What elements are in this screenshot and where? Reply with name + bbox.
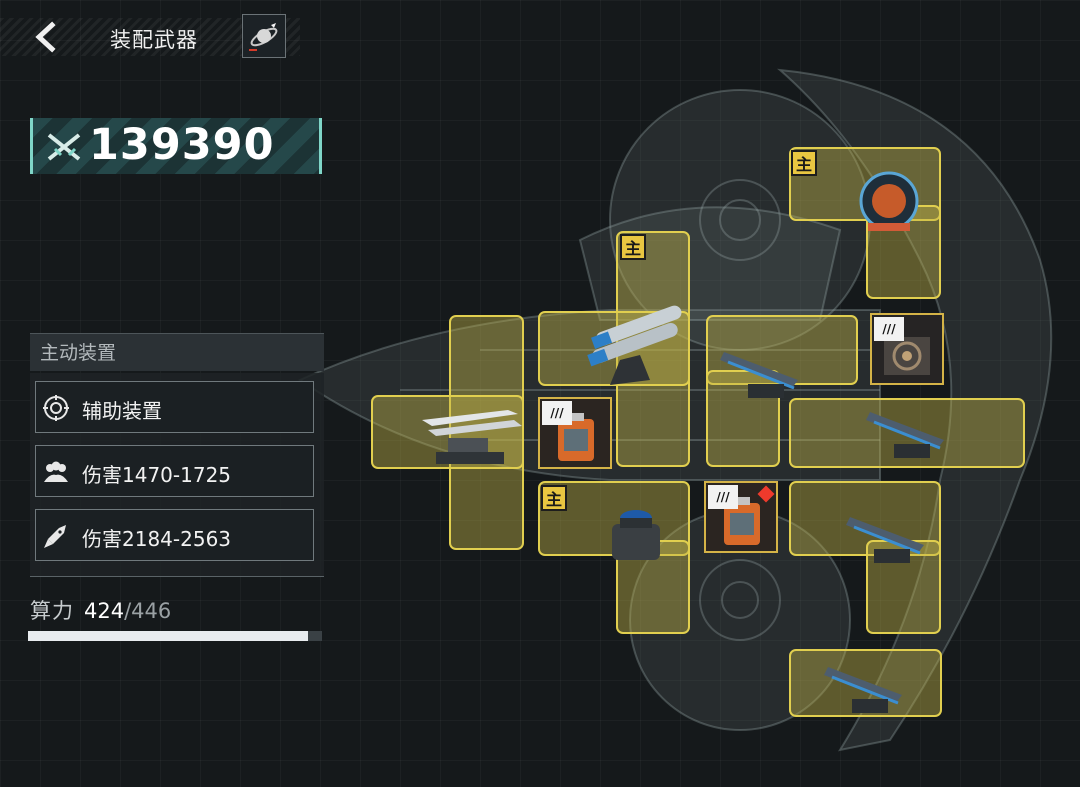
crew-group-icon xyxy=(44,461,68,482)
radar-gear-icon xyxy=(43,395,69,421)
turret-dome-icon xyxy=(612,510,660,560)
main-weapon-badge: 主 xyxy=(791,150,817,176)
rail-cannon-icon xyxy=(720,352,798,398)
compute-used: 424 xyxy=(84,599,125,623)
device-panel: 主动装置 辅助装置 伤害1470-1725 伤害2184-2563 xyxy=(30,333,324,577)
core-module-item[interactable]: /// xyxy=(870,313,944,385)
main-weapon-badge: 主 xyxy=(541,485,567,511)
rail-cannon-icon xyxy=(866,412,944,458)
item-label: 伤害2184-2563 xyxy=(82,527,232,551)
page-title: 装配武器 xyxy=(110,28,198,52)
damage-item-2[interactable]: 伤害2184-2563 xyxy=(35,509,314,561)
item-label: 辅助装置 xyxy=(82,399,162,423)
panel-list: 辅助装置 伤害1470-1725 伤害2184-2563 xyxy=(30,373,324,577)
shield-generator-icon xyxy=(859,171,919,231)
compute-label: 算力 xyxy=(30,599,74,623)
crossed-swords-icon xyxy=(47,133,81,161)
back-button[interactable] xyxy=(30,20,64,54)
chevron-left-icon xyxy=(35,21,56,53)
planet-rocket-icon xyxy=(249,23,278,51)
damage-item-1[interactable]: 伤害1470-1725 xyxy=(35,445,314,497)
planet-button[interactable] xyxy=(242,14,286,58)
missile-icon xyxy=(44,525,66,548)
rail-cannon-icon xyxy=(824,667,902,713)
twin-missile-launcher-icon xyxy=(587,305,682,385)
combat-power-value: 139390 xyxy=(89,120,275,170)
compute-total: 446 xyxy=(131,599,172,623)
auxiliary-device-item[interactable]: 辅助装置 xyxy=(35,381,314,433)
compute-bar xyxy=(28,631,322,641)
module-tag: /// xyxy=(542,401,572,425)
module-tag: /// xyxy=(708,485,738,509)
main-weapon-badge: 主 xyxy=(620,234,646,260)
combat-power-box: 139390 xyxy=(30,118,322,174)
energy-module-item[interactable]: /// xyxy=(538,397,612,469)
item-label: 伤害1470-1725 xyxy=(82,463,232,487)
rocket-turret-icon xyxy=(422,410,522,464)
panel-heading: 主动装置 xyxy=(30,333,324,371)
compute-readout: 算力 424/446 xyxy=(30,595,171,625)
compute-bar-fill xyxy=(28,631,308,641)
module-tag: /// xyxy=(874,317,904,341)
rail-cannon-icon xyxy=(846,517,924,563)
